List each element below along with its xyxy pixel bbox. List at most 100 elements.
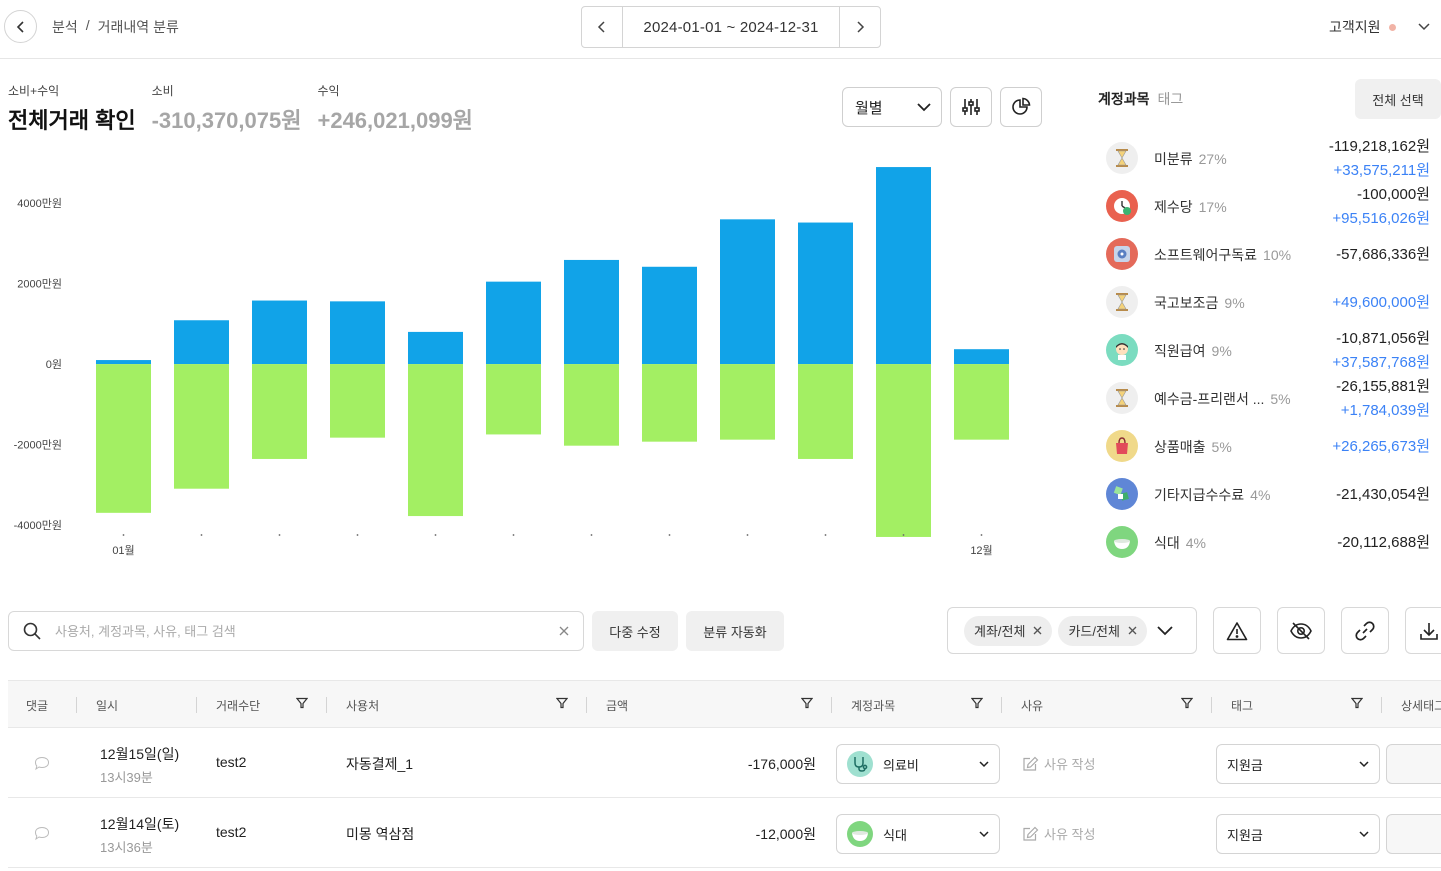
- search-input[interactable]: [55, 623, 559, 639]
- spend-bar-11월[interactable]: [876, 364, 931, 537]
- support-menu[interactable]: 고객지원: [1329, 17, 1430, 37]
- clear-icon[interactable]: [559, 626, 569, 636]
- source-filter[interactable]: 계좌/전체 카드/전체: [947, 607, 1197, 654]
- period-select[interactable]: 월별: [842, 87, 942, 127]
- income-bar-07월[interactable]: [564, 259, 619, 365]
- row-reason[interactable]: 사유 작성: [1022, 754, 1095, 773]
- summary-income[interactable]: 수익 +246,021,099원: [317, 82, 472, 135]
- account-item[interactable]: 미분류 27% -119,218,162원 +33,575,211원: [1104, 134, 1434, 182]
- summary-all[interactable]: 소비+수익 전체거래 확인: [8, 82, 136, 135]
- account-item-label: 기타지급수수료 4%: [1154, 485, 1270, 505]
- table-row[interactable]: 12월14일(토) 13시36분 test2 미몽 역삼점 -12,000원 식대 사유 작…: [8, 798, 1441, 868]
- col-divider[interactable]: [831, 697, 832, 713]
- pie-view-button[interactable]: [1000, 87, 1042, 127]
- filter-icon[interactable]: [556, 697, 568, 709]
- bulk-edit-button[interactable]: 다중 수정: [592, 611, 678, 651]
- account-amounts: -119,218,162원 +33,575,211원: [1329, 135, 1430, 183]
- close-icon[interactable]: [1128, 626, 1137, 635]
- income-bar-12월[interactable]: [954, 349, 1009, 365]
- y-tick-label: -4000만원: [14, 519, 62, 532]
- breadcrumb-analysis[interactable]: 분석: [52, 17, 78, 37]
- account-item[interactable]: 예수금-프리랜서 ... 5% -26,155,881원 +1,784,039원: [1104, 374, 1434, 422]
- col-divider[interactable]: [76, 697, 77, 713]
- comment-icon[interactable]: [34, 756, 50, 771]
- col-divider[interactable]: [326, 697, 327, 713]
- row-detail-tag-select[interactable]: [1386, 744, 1441, 784]
- col-datetime[interactable]: 일시: [96, 697, 118, 714]
- link-button[interactable]: [1341, 607, 1389, 654]
- filter-icon[interactable]: [801, 697, 813, 709]
- account-item[interactable]: 소프트웨어구독료 10% -57,686,336원: [1104, 230, 1434, 278]
- spend-bar-07월[interactable]: [564, 364, 619, 446]
- col-divider[interactable]: [196, 697, 197, 713]
- account-item[interactable]: 직원급여 9% -10,871,056원 +37,587,768원: [1104, 326, 1434, 374]
- account-item[interactable]: 상품매출 5% +26,265,673원: [1104, 422, 1434, 470]
- income-bar-08월[interactable]: [642, 266, 697, 365]
- col-divider[interactable]: [1211, 697, 1212, 713]
- spend-bar-02월[interactable]: [174, 364, 229, 489]
- col-account[interactable]: 계정과목: [851, 697, 895, 714]
- summary-spend[interactable]: 소비 -310,370,075원: [152, 82, 302, 135]
- chart-settings-button[interactable]: [950, 87, 992, 127]
- row-reason[interactable]: 사유 작성: [1022, 824, 1095, 843]
- comment-icon[interactable]: [34, 826, 50, 841]
- col-divider[interactable]: [586, 697, 587, 713]
- auto-classify-button[interactable]: 분류 자동화: [686, 611, 784, 651]
- account-item[interactable]: 국고보조금 9% +49,600,000원: [1104, 278, 1434, 326]
- account-item[interactable]: 제수당 17% -100,000원 +95,516,026원: [1104, 182, 1434, 230]
- account-tab[interactable]: 계정과목: [1098, 89, 1150, 109]
- download-button[interactable]: [1405, 607, 1441, 654]
- spend-bar-04월[interactable]: [330, 364, 385, 438]
- row-tag-select[interactable]: 지원금: [1216, 744, 1380, 784]
- spend-bar-08월[interactable]: [642, 364, 697, 442]
- income-bar-04월[interactable]: [330, 301, 385, 365]
- income-bar-02월[interactable]: [174, 320, 229, 365]
- income-bar-09월[interactable]: [720, 219, 775, 365]
- close-icon[interactable]: [1033, 626, 1042, 635]
- col-tag[interactable]: 태그: [1231, 697, 1253, 714]
- spend-bar-01월[interactable]: [96, 364, 151, 513]
- col-amount[interactable]: 금액: [606, 697, 628, 714]
- income-bar-01월[interactable]: [96, 360, 151, 365]
- hide-button[interactable]: [1277, 607, 1325, 654]
- spend-bar-12월[interactable]: [954, 364, 1009, 440]
- filter-chip-account[interactable]: 계좌/전체: [964, 615, 1053, 646]
- search-box: [8, 611, 584, 651]
- col-divider[interactable]: [1381, 697, 1382, 713]
- account-item[interactable]: 기타지급수수료 4% -21,430,054원: [1104, 470, 1434, 518]
- filter-icon[interactable]: [971, 697, 983, 709]
- col-detail-tag[interactable]: 상세태그: [1401, 697, 1441, 714]
- row-account-select[interactable]: 식대: [836, 814, 1000, 854]
- income-bar-03월[interactable]: [252, 300, 307, 365]
- select-all-button[interactable]: 전체 선택: [1355, 79, 1441, 119]
- spend-bar-10월[interactable]: [798, 364, 853, 459]
- table-row[interactable]: 12월15일(일) 13시39분 test2 자동결제_1 -176,000원 의료비 사유…: [8, 728, 1441, 798]
- next-period-button[interactable]: [839, 7, 880, 47]
- row-tag-select[interactable]: 지원금: [1216, 814, 1380, 854]
- row-datetime: 12월15일(일) 13시39분: [100, 744, 179, 786]
- income-bar-10월[interactable]: [798, 222, 853, 365]
- col-method[interactable]: 거래수단: [216, 697, 260, 714]
- prev-period-button[interactable]: [582, 7, 623, 47]
- row-account-select[interactable]: 의료비: [836, 744, 1000, 784]
- tag-tab[interactable]: 태그: [1158, 89, 1184, 109]
- date-range-text[interactable]: 2024-01-01 ~ 2024-12-31: [623, 19, 839, 36]
- warning-filter-button[interactable]: [1213, 607, 1261, 654]
- row-detail-tag-select[interactable]: [1386, 814, 1441, 854]
- spend-bar-05월[interactable]: [408, 364, 463, 517]
- income-bar-05월[interactable]: [408, 331, 463, 365]
- spend-bar-06월[interactable]: [486, 364, 541, 435]
- spend-bar-03월[interactable]: [252, 364, 307, 459]
- filter-icon[interactable]: [296, 697, 308, 709]
- col-divider[interactable]: [1001, 697, 1002, 713]
- income-bar-06월[interactable]: [486, 281, 541, 365]
- col-reason[interactable]: 사유: [1021, 697, 1043, 714]
- account-item[interactable]: 식대 4% -20,112,688원: [1104, 518, 1434, 566]
- col-merchant[interactable]: 사용처: [346, 697, 379, 714]
- filter-icon[interactable]: [1351, 697, 1363, 709]
- spend-bar-09월[interactable]: [720, 364, 775, 440]
- back-button[interactable]: [4, 10, 37, 43]
- filter-icon[interactable]: [1181, 697, 1193, 709]
- filter-chip-card[interactable]: 카드/전체: [1058, 615, 1147, 646]
- income-bar-11월[interactable]: [876, 167, 931, 365]
